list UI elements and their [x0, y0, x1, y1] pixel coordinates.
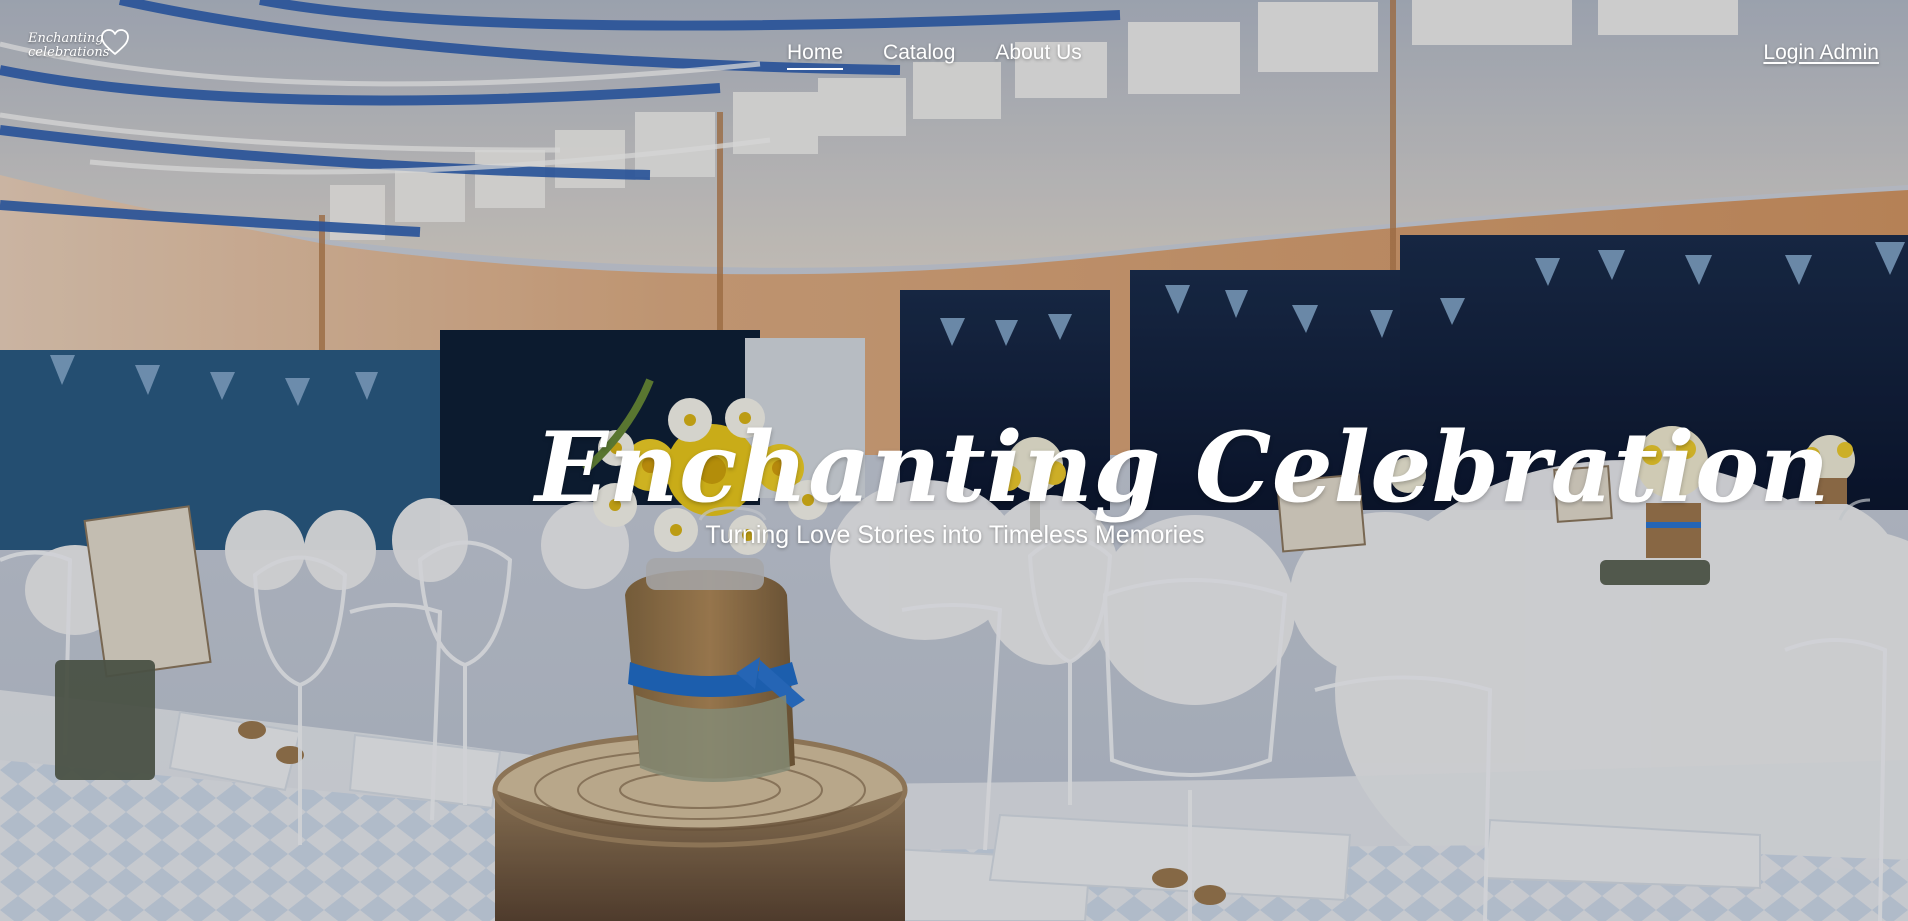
nav-link-home[interactable]: Home: [787, 40, 844, 70]
heart-logo-icon: [101, 29, 129, 55]
nav-link-catalog[interactable]: Catalog: [883, 40, 955, 70]
hero-title: Enchanting Celebration: [535, 411, 1830, 525]
main-nav-links: Home Catalog About Us: [787, 40, 1082, 70]
brand-logo[interactable]: Enchanting celebrations: [28, 28, 132, 82]
logo-text: Enchanting celebrations: [28, 31, 110, 60]
hero-subtitle: Turning Love Stories into Timeless Memor…: [705, 521, 1205, 549]
hero-section: Enchanting celebrations Home Catalog Abo…: [0, 0, 1908, 921]
login-admin-link[interactable]: Login Admin: [1763, 40, 1879, 70]
nav-link-about-us[interactable]: About Us: [995, 40, 1081, 70]
top-navigation: Enchanting celebrations Home Catalog Abo…: [0, 0, 1908, 110]
